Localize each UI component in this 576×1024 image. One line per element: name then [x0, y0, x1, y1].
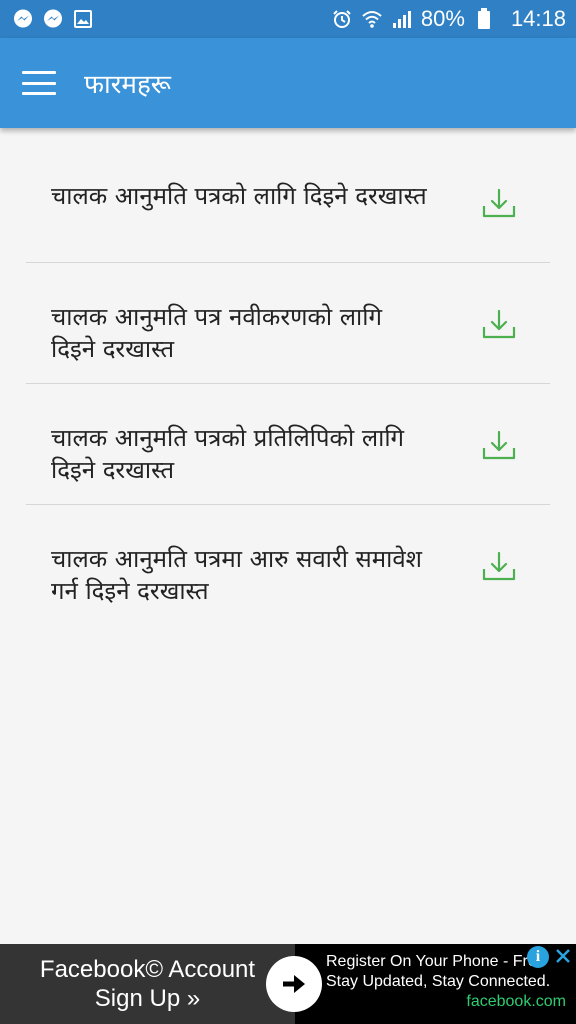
close-icon[interactable] [552, 945, 574, 967]
form-title: चालक आनुमति पत्र नवीकरणको लागि दिइने दरख… [51, 303, 382, 363]
clock: 14:18 [510, 6, 566, 31]
list-item[interactable]: चालक आनुमति पत्रमा आरु सवारी समावेश गर्न… [26, 505, 550, 626]
status-bar: 80% 14:18 [0, 0, 576, 38]
info-icon[interactable]: i [527, 946, 549, 968]
image-icon [72, 8, 94, 30]
ad-text-line: Stay Updated, Stay Connected. [326, 973, 551, 990]
ad-cta: Sign Up » [94, 985, 201, 1012]
list-item[interactable]: चालक आनुमति पत्रको प्रतिलिपिको लागि दिइन… [26, 384, 550, 505]
wifi-icon [361, 8, 383, 30]
ad-banner[interactable]: Facebook© Account Sign Up » Register On … [0, 944, 576, 1024]
app-bar: फारमहरू [0, 38, 576, 128]
page-title: फारमहरू [84, 70, 171, 100]
download-icon[interactable] [481, 549, 517, 585]
forms-list: चालक आनुमति पत्रको लागि दिइने दरखास्त चा… [26, 142, 550, 626]
list-item[interactable]: चालक आनुमति पत्र नवीकरणको लागि दिइने दरख… [26, 263, 550, 384]
signal-icon [391, 8, 413, 30]
ad-left-panel[interactable]: Facebook© Account Sign Up » [0, 944, 295, 1024]
download-icon[interactable] [481, 307, 517, 343]
list-item[interactable]: चालक आनुमति पत्रको लागि दिइने दरखास्त [26, 142, 550, 263]
arrow-right-icon[interactable] [266, 956, 322, 1012]
notification-icons [12, 8, 94, 30]
battery-percentage: 80% [420, 6, 465, 31]
form-title: चालक आनुमति पत्रको प्रतिलिपिको लागि दिइन… [51, 424, 405, 484]
form-title: चालक आनुमति पत्रमा आरु सवारी समावेश गर्न… [51, 545, 422, 605]
hamburger-menu-icon[interactable] [22, 71, 56, 95]
download-icon[interactable] [481, 428, 517, 464]
system-icons: 80% 14:18 [331, 6, 566, 32]
messenger-icon [42, 8, 64, 30]
ad-headline: Facebook© Account [39, 956, 256, 983]
download-icon[interactable] [481, 186, 517, 222]
messenger-icon [12, 8, 34, 30]
form-title: चालक आनुमति पत्रको लागि दिइने दरखास्त [51, 182, 427, 210]
battery-icon [473, 8, 495, 30]
ad-domain: facebook.com [466, 993, 566, 1010]
alarm-icon [331, 8, 353, 30]
